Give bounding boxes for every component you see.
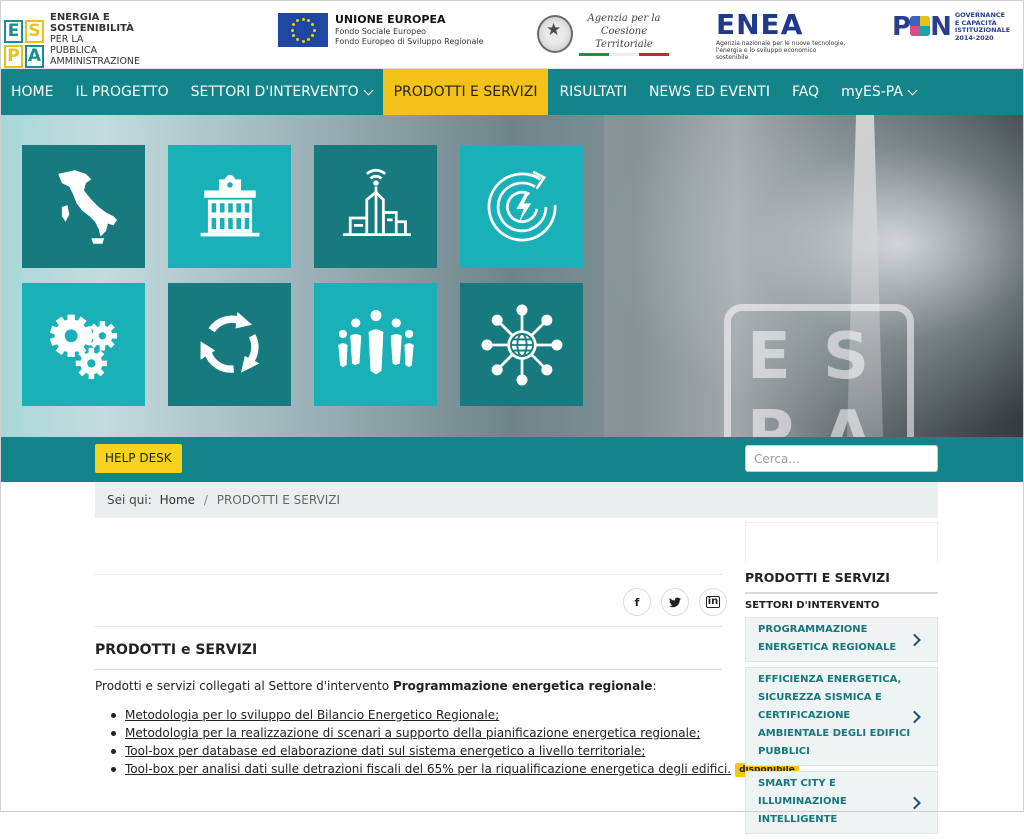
tile-recycle[interactable] xyxy=(168,283,291,406)
helpdesk-bar: HELP DESK xyxy=(0,437,1024,482)
list-item: Metodologia per lo sviluppo del Bilancio… xyxy=(108,706,799,724)
product-link[interactable]: Tool-box per analisi dati sulle detrazio… xyxy=(125,762,731,776)
eu-logo: UNIONE EUROPEA Fondo Sociale Europeo Fon… xyxy=(278,13,484,47)
facebook-icon: f xyxy=(634,595,640,609)
list-item: Metodologia per la realizzazione di scen… xyxy=(108,724,799,742)
product-list: Metodologia per lo sviluppo del Bilancio… xyxy=(108,706,799,778)
share-buttons: f in xyxy=(623,588,727,616)
twitter-share-button[interactable] xyxy=(661,588,689,616)
hero-espa-emblem: E S P A xyxy=(724,304,914,437)
product-link[interactable]: Metodologia per la realizzazione di scen… xyxy=(125,726,700,740)
divider xyxy=(95,574,722,575)
sidebar: PRODOTTI E SERVIZI SETTORI D'INTERVENTO … xyxy=(745,522,938,839)
nav-news-eventi[interactable]: NEWS ED EVENTI xyxy=(638,69,781,115)
nav-risultati[interactable]: RISULTATI xyxy=(548,69,638,115)
public-building-icon xyxy=(200,174,259,236)
breadcrumb-separator: / xyxy=(203,493,208,507)
nav-myespa[interactable]: myES-PA xyxy=(830,69,927,115)
sidebar-subtitle: SETTORI D'INTERVENTO xyxy=(745,600,880,611)
global-network-icon xyxy=(481,304,562,385)
nav-prodotti-servizi[interactable]: PRODOTTI E SERVIZI xyxy=(382,69,549,115)
breadcrumb-current: PRODOTTI E SERVIZI xyxy=(216,493,341,507)
nav-il-progetto[interactable]: IL PROGETTO xyxy=(64,69,179,115)
divider xyxy=(95,669,722,670)
italian-flag-bar xyxy=(579,53,669,56)
sidebar-item-efficienza-energetica[interactable]: EFFICIENZA ENERGETICA, SICUREZZA SISMICA… xyxy=(745,667,938,766)
chevron-down-icon xyxy=(907,85,918,95)
linkedin-icon: in xyxy=(705,596,721,608)
espa-mark: E S P A xyxy=(4,19,44,68)
breadcrumb: Sei qui: Home / PRODOTTI E SERVIZI xyxy=(95,482,938,518)
intro-text: Prodotti e servizi collegati al Settore … xyxy=(95,679,657,693)
nav-faq[interactable]: FAQ xyxy=(781,69,830,115)
chevron-down-icon xyxy=(363,85,374,95)
sidebar-item-programmazione-energetica[interactable]: PROGRAMMAZIONE ENERGETICA REGIONALE xyxy=(745,617,938,662)
breadcrumb-prefix: Sei qui: xyxy=(107,493,152,507)
sector-tiles xyxy=(22,145,583,406)
helpdesk-button[interactable]: HELP DESK xyxy=(95,444,182,473)
linkedin-share-button[interactable]: in xyxy=(699,588,727,616)
italy-map-icon xyxy=(57,169,117,244)
page-title: PRODOTTI e SERVIZI xyxy=(95,642,258,658)
logo-bar: E S P A ENERGIA E SOSTENIBILITÀ PER LA P… xyxy=(0,0,1024,69)
list-item: Tool-box per database ed elaborazione da… xyxy=(108,742,799,760)
energy-cycle-icon xyxy=(487,170,557,241)
product-link[interactable]: Metodologia per lo sviluppo del Bilancio… xyxy=(125,708,499,722)
community-people-icon xyxy=(337,309,414,374)
product-link[interactable]: Tool-box per database ed elaborazione da… xyxy=(125,744,645,758)
pon-logo: PN GOVERNANCE E CAPACITÀ ISTITUZIONALE 2… xyxy=(892,11,1011,42)
nav-home[interactable]: HOME xyxy=(0,69,64,115)
gears-icon xyxy=(49,314,117,379)
agency-logo: Agenzia per la Coesione Territoriale xyxy=(537,12,669,56)
tile-community[interactable] xyxy=(314,283,437,406)
chevron-right-icon xyxy=(908,633,921,646)
tile-italy-map[interactable] xyxy=(22,145,145,268)
tile-energy-cycle[interactable] xyxy=(460,145,583,268)
tile-global-network[interactable] xyxy=(460,283,583,406)
tile-public-building[interactable] xyxy=(168,145,291,268)
smart-city-icon xyxy=(342,168,411,236)
sidebar-item-smart-city[interactable]: SMART CITY E ILLUMINAZIONE INTELLIGENTE xyxy=(745,771,938,834)
list-item: Tool-box per analisi dati sulle detrazio… xyxy=(108,760,799,778)
divider xyxy=(95,626,722,627)
breadcrumb-home-link[interactable]: Home xyxy=(160,493,195,507)
chevron-right-icon xyxy=(908,710,921,723)
republic-emblem-icon xyxy=(537,15,573,53)
chevron-right-icon xyxy=(908,796,921,809)
enea-logo: ENEA Agenzia nazionale per le nuove tecn… xyxy=(716,8,846,62)
search-input[interactable] xyxy=(745,445,938,472)
eu-flag-icon xyxy=(278,13,328,47)
tile-gears[interactable] xyxy=(22,283,145,406)
sidebar-title: PRODOTTI E SERVIZI xyxy=(745,568,938,594)
espa-logo-text: ENERGIA E SOSTENIBILITÀ PER LA PUBBLICA … xyxy=(50,12,141,67)
recycle-arrows-icon xyxy=(200,311,259,373)
nav-settori-intervento[interactable]: SETTORI D'INTERVENTO xyxy=(180,69,383,115)
hero-banner: E S P A xyxy=(0,115,1024,437)
twitter-icon xyxy=(669,596,681,607)
pon-o-mark xyxy=(910,16,931,36)
espa-logo[interactable]: E S P A ENERGIA E SOSTENIBILITÀ PER LA P… xyxy=(4,12,162,68)
facebook-share-button[interactable]: f xyxy=(623,588,651,616)
tile-smart-city[interactable] xyxy=(314,145,437,268)
main-nav: HOME IL PROGETTO SETTORI D'INTERVENTO PR… xyxy=(0,69,1024,115)
